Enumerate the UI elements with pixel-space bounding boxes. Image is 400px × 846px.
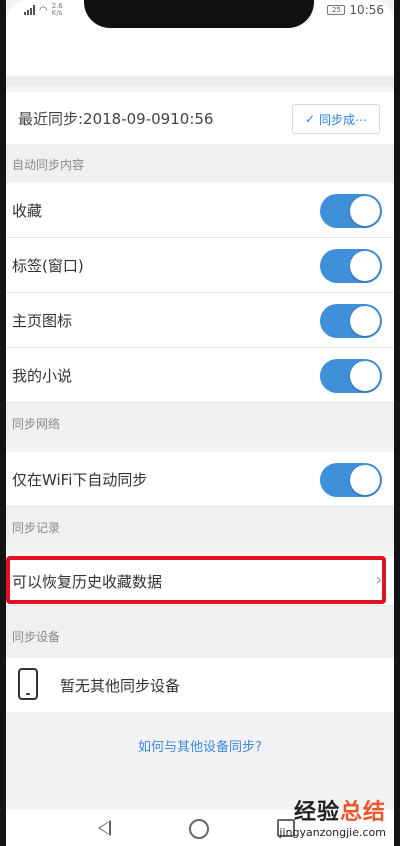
chevron-right-icon: › bbox=[375, 570, 382, 589]
watermark-part-a: 经验 bbox=[293, 800, 340, 825]
last-sync-text: 最近同步:2018-09-0910:56 bbox=[18, 109, 214, 128]
restore-label: 可以恢复历史收藏数据 bbox=[12, 573, 163, 591]
toggle-label: 标签(窗口) bbox=[12, 257, 84, 275]
toggle-knob bbox=[350, 251, 380, 281]
network-speed: 2.6 K/s bbox=[51, 2, 63, 17]
signal-icon bbox=[24, 5, 35, 15]
phone-icon bbox=[18, 668, 38, 700]
last-sync-row: 最近同步:2018-09-0910:56 ✓ 同步成⋯ bbox=[6, 92, 394, 144]
no-devices-label: 暂无其他同步设备 bbox=[60, 677, 181, 695]
toggle-row-my-novels[interactable]: 我的小说 bbox=[6, 348, 394, 403]
toggle-knob bbox=[350, 361, 380, 391]
watermark: 经验总结 jingyanzongjie.com bbox=[279, 794, 386, 839]
section-title: 同步记录 bbox=[12, 521, 61, 535]
bezel-right bbox=[394, 0, 400, 846]
section-title: 同步网络 bbox=[12, 417, 61, 431]
toggle-knob bbox=[350, 196, 380, 226]
section-title: 自动同步内容 bbox=[12, 158, 85, 172]
top-area bbox=[6, 30, 394, 76]
howto-sync-link[interactable]: 如何与其他设备同步? bbox=[6, 736, 394, 755]
separator bbox=[6, 76, 394, 86]
check-icon: ✓ bbox=[304, 112, 316, 126]
toggle-label: 主页图标 bbox=[12, 312, 73, 330]
toggle-knob bbox=[350, 306, 380, 336]
watermark-sub: jingyanzongjie.com bbox=[279, 826, 386, 839]
device-row: 暂无其他同步设备 bbox=[6, 658, 394, 712]
status-left: ◠ 2.6 K/s bbox=[24, 3, 63, 17]
status-right: 25 10:56 bbox=[327, 3, 384, 17]
toggle-switch[interactable] bbox=[320, 304, 382, 338]
screen: ◠ 2.6 K/s 25 10:56 最近同步:2018-09-0910:56 … bbox=[6, 0, 394, 846]
home-icon[interactable] bbox=[189, 819, 209, 839]
toggle-switch[interactable] bbox=[320, 463, 382, 497]
restore-history-row[interactable]: 可以恢复历史收藏数据 › bbox=[6, 556, 394, 606]
section-title: 同步设备 bbox=[12, 630, 61, 644]
battery-icon: 25 bbox=[327, 5, 346, 15]
watermark-main: 经验总结 bbox=[279, 794, 386, 826]
section-sync-devices: 同步设备 bbox=[6, 606, 394, 658]
toggle-switch[interactable] bbox=[320, 249, 382, 283]
toggle-row-favorites[interactable]: 收藏 bbox=[6, 183, 394, 238]
section-auto-sync-content: 自动同步内容 bbox=[6, 144, 394, 182]
back-icon[interactable] bbox=[98, 820, 111, 836]
toggle-row-wifi-only[interactable]: 仅在WiFi下自动同步 bbox=[6, 452, 394, 507]
notch bbox=[84, 0, 314, 28]
wifi-icon: ◠ bbox=[39, 4, 48, 16]
toggle-label: 收藏 bbox=[12, 202, 43, 220]
section-sync-network: 同步网络 bbox=[6, 403, 394, 441]
toggle-label: 我的小说 bbox=[12, 367, 73, 385]
sync-status-button[interactable]: ✓ 同步成⋯ bbox=[292, 104, 380, 134]
toggle-row-home-icons[interactable]: 主页图标 bbox=[6, 293, 394, 348]
toggle-row-tabs[interactable]: 标签(窗口) bbox=[6, 238, 394, 293]
sync-button-label: 同步成⋯ bbox=[319, 112, 368, 127]
watermark-part-b: 总结 bbox=[339, 800, 386, 825]
toggle-switch[interactable] bbox=[320, 194, 382, 228]
status-bar: ◠ 2.6 K/s 25 10:56 bbox=[6, 0, 394, 30]
section-sync-records: 同步记录 bbox=[6, 507, 394, 545]
status-time: 10:56 bbox=[349, 3, 384, 17]
toggle-switch[interactable] bbox=[320, 359, 382, 393]
toggle-label: 仅在WiFi下自动同步 bbox=[12, 471, 148, 489]
toggle-knob bbox=[350, 465, 380, 495]
